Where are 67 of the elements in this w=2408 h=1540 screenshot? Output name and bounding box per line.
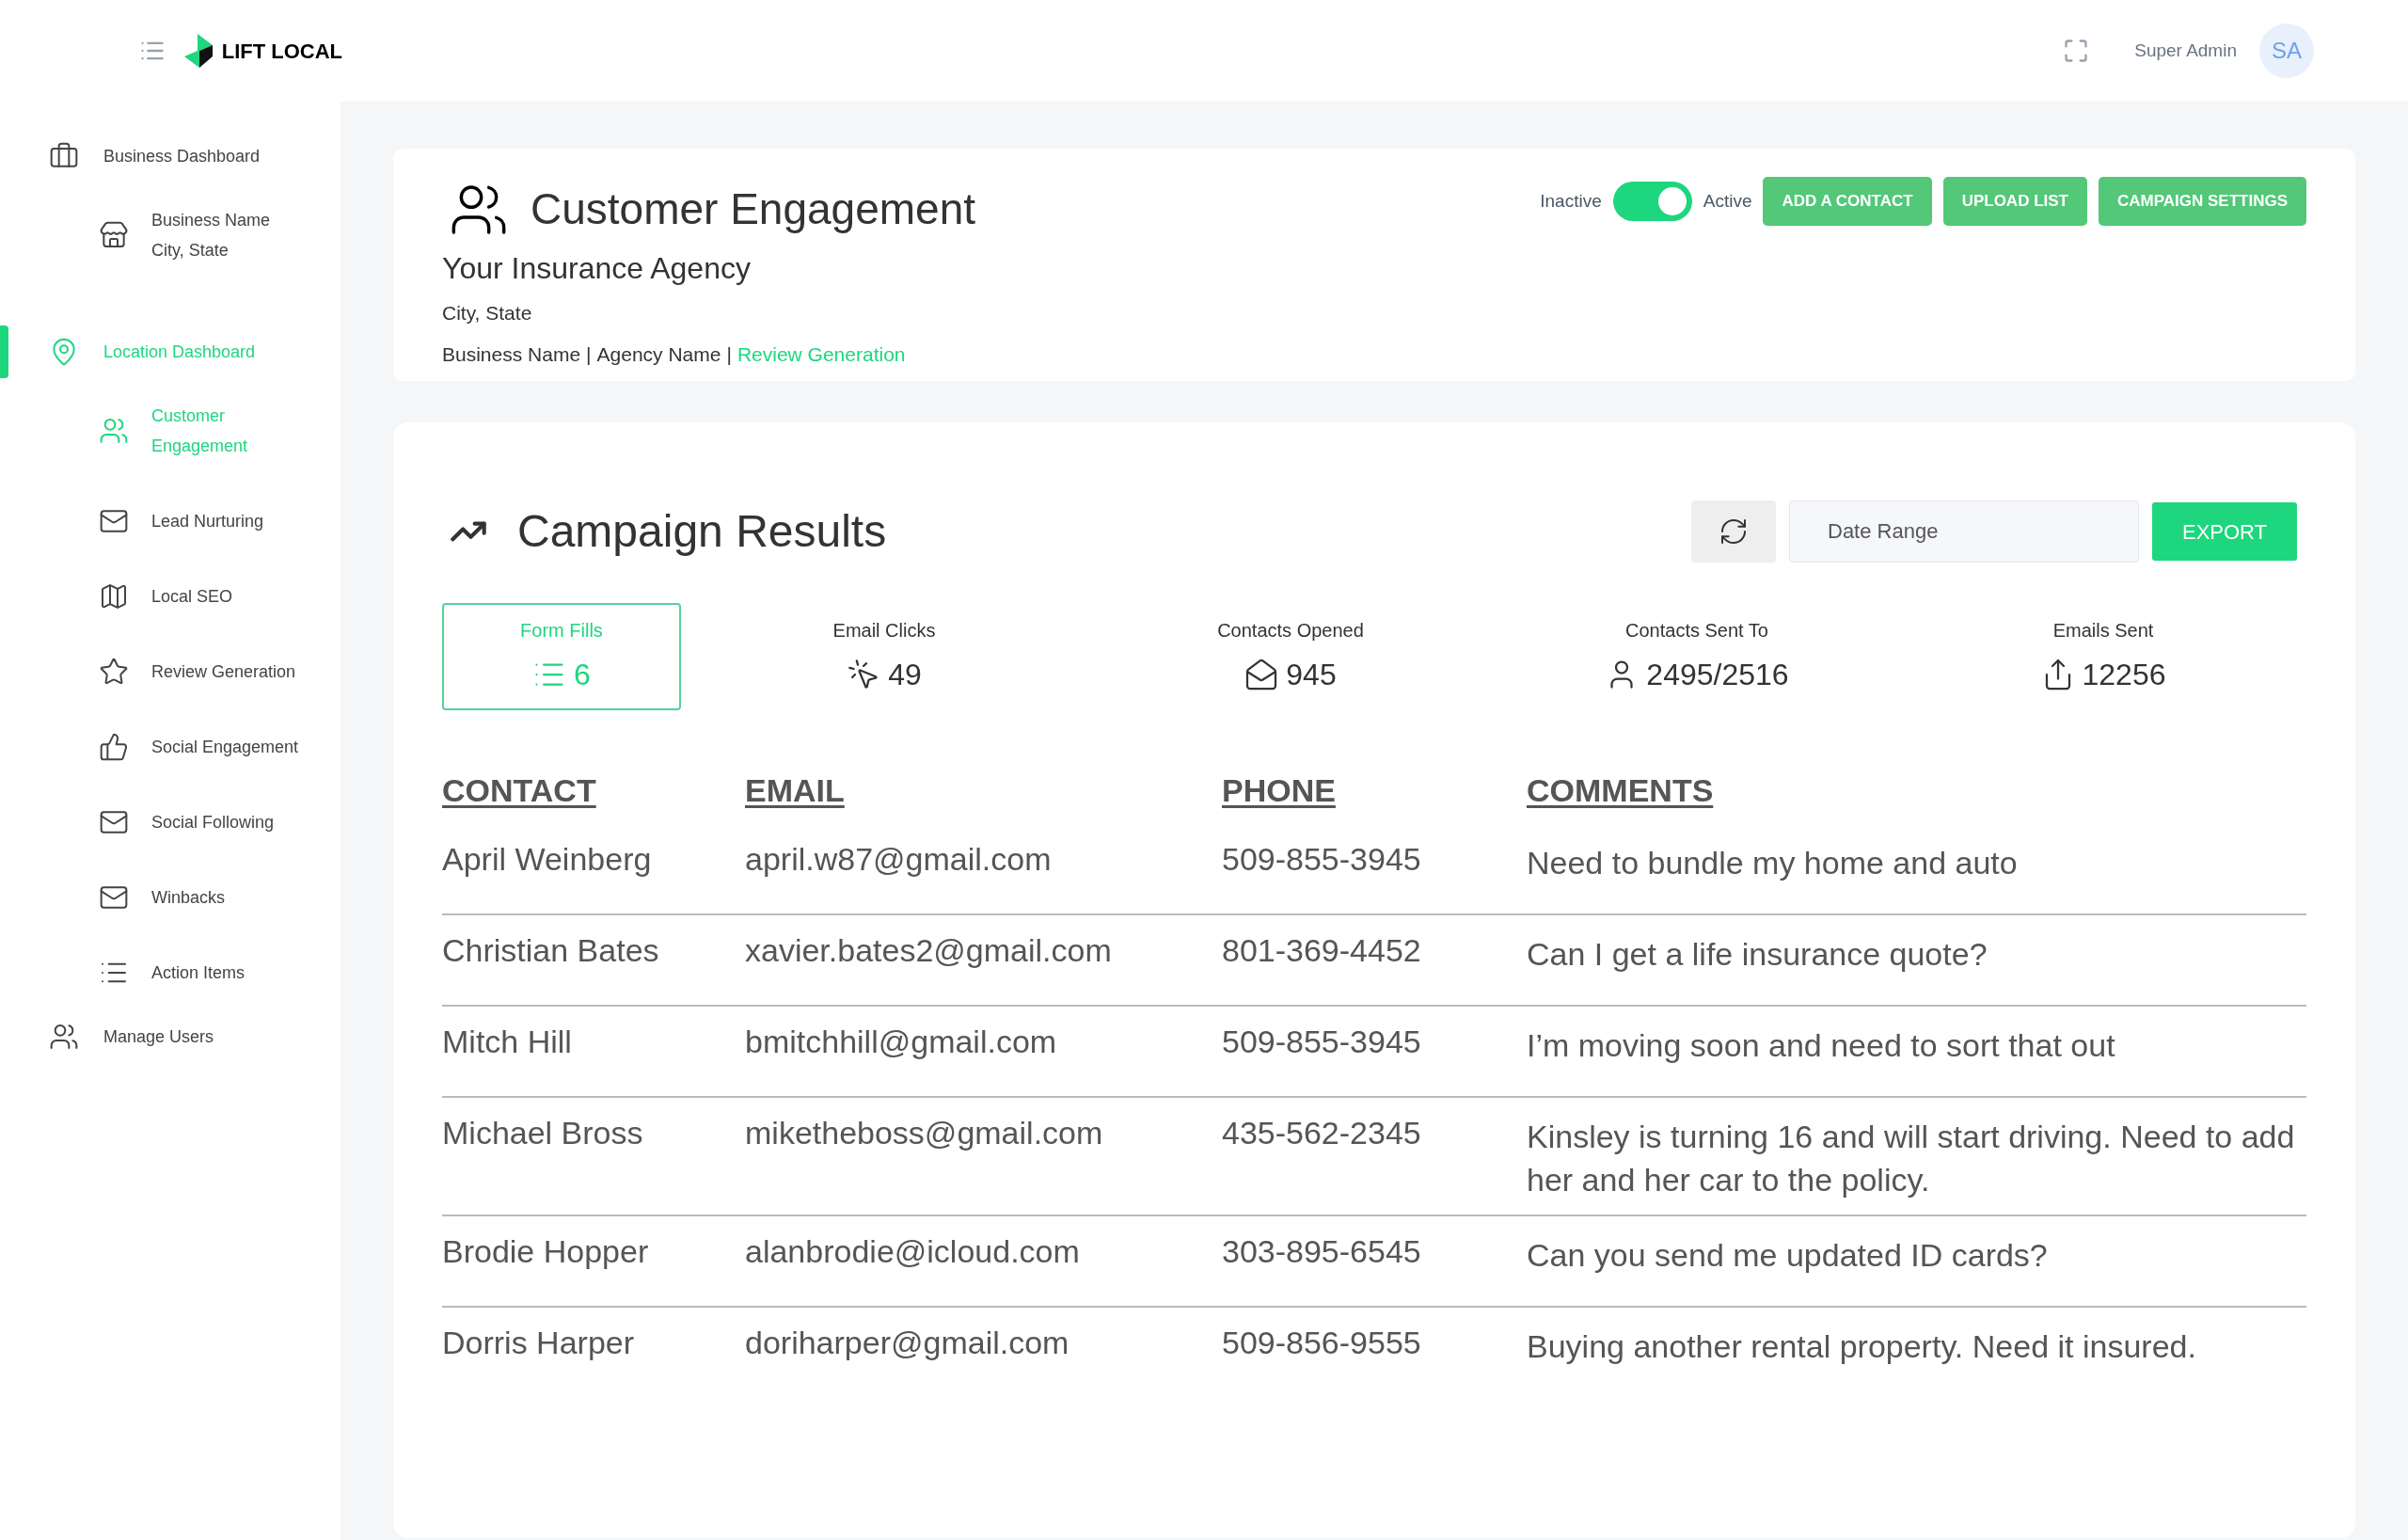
table-cell-text: Can I get a life insurance quote? (1527, 935, 1988, 974)
table-cell-text: miketheboss@gmail.com (745, 1114, 1104, 1152)
breadcrumb-item: Business Name (442, 341, 581, 367)
active-indicator (0, 325, 8, 378)
stat-tile[interactable]: Email Clicks 49 (765, 603, 1004, 710)
stat-tile[interactable]: Contacts Sent To 2495/2516 (1577, 603, 1816, 710)
table-cell-text: alanbrodie@icloud.com (745, 1232, 1081, 1271)
table-cell-text: Christian Bates (442, 931, 660, 970)
fullscreen-icon[interactable] (2063, 38, 2090, 64)
table-cell-text: 435-562-2345 (1222, 1114, 1422, 1152)
table-cell-text: 509-855-3945 (1222, 1023, 1422, 1061)
table-cell-text: Kinsley is turning 16 and will start driving. Need to add her and her car to the policy. (1527, 1118, 2296, 1199)
sidebar-subitem[interactable]: Local SEO (0, 570, 341, 623)
toggle-on-label: Active (1703, 189, 1752, 213)
table-cell-text: bmitchhill@gmail.com (745, 1023, 1058, 1061)
refresh-icon (1719, 516, 1749, 547)
sidebar-subitem[interactable]: Winbacks (0, 871, 341, 924)
sidebar-icon (99, 581, 129, 611)
breadcrumb-separator: | (726, 341, 732, 367)
sidebar-subitem[interactable]: Review Generation (0, 645, 341, 698)
table-cell-text: I’m moving soon and need to sort that out (1527, 1026, 2116, 1065)
toggle-off-label: Inactive (1540, 189, 1602, 213)
table-cell-text: Can you send me updated ID cards? (1527, 1236, 2049, 1275)
location-text: City, State (442, 301, 533, 325)
sidebar-icon (99, 220, 129, 250)
table-cell-text: Brodie Hopper (442, 1232, 650, 1271)
column-header: PHONE (1222, 771, 1336, 810)
table-cell-text: 303-895-6545 (1222, 1232, 1422, 1271)
refresh-button[interactable] (1691, 500, 1776, 563)
table-cell-text: 509-856-9555 (1222, 1324, 1422, 1362)
sidebar-icon (49, 1022, 79, 1052)
table-cell-text: doriharper@gmail.com (745, 1324, 1070, 1362)
active-toggle[interactable] (1612, 182, 1692, 221)
breadcrumb-separator: | (586, 341, 592, 367)
table-cell-text: Mitch Hill (442, 1023, 573, 1061)
column-header: COMMENTS (1527, 771, 1714, 810)
table-cell-text: april.w87@gmail.com (745, 840, 1053, 879)
column-header: CONTACT (442, 771, 596, 810)
table-cell-text: April Weinberg (442, 840, 653, 879)
sidebar-item[interactable]: Business Dashboard (0, 130, 341, 183)
table-cell-text: Buying another rental property. Need it insured. (1527, 1327, 2197, 1366)
date-range-field[interactable]: Date Range (1789, 500, 2139, 563)
sidebar-subitem[interactable]: Social Engagement (0, 721, 341, 773)
sidebar-subitem[interactable]: Social Following (0, 796, 341, 849)
sidebar-subitem[interactable]: Lead Nurturing (0, 495, 341, 548)
user-name: Super Admin (2134, 39, 2237, 62)
table-cell-text: 801-369-4452 (1222, 931, 1422, 970)
logo-text: LIFT LOCAL (221, 38, 342, 65)
stat-tile[interactable]: Contacts Opened 945 (1171, 603, 1410, 710)
agency-name: Your Insurance Agency (442, 250, 752, 287)
table-cell-text: Michael Bross (442, 1114, 644, 1152)
sidebar-subitem[interactable]: Business Name City, State (0, 194, 341, 277)
sidebar-subitem[interactable]: Action Items (0, 946, 341, 999)
table-cell-text: 509-855-3945 (1222, 840, 1422, 879)
table-cell-text: Need to bundle my home and auto (1527, 844, 2019, 882)
sidebar-icon (99, 732, 129, 762)
page-title: Customer Engagement (531, 183, 976, 235)
sidebar-icon (99, 657, 129, 687)
sidebar-item[interactable]: Manage Users (0, 1010, 341, 1063)
sidebar-icon (99, 416, 129, 446)
table-cell-text: xavier.bates2@gmail.com (745, 931, 1113, 970)
section-title: Campaign Results (517, 505, 887, 558)
open-envelope-icon (1244, 658, 1279, 691)
breadcrumb-item: Agency Name (596, 341, 721, 367)
column-header: EMAIL (745, 771, 845, 810)
table-cell-text: Dorris Harper (442, 1324, 636, 1362)
stat-tile[interactable]: Emails Sent 12256 (1984, 603, 2223, 710)
